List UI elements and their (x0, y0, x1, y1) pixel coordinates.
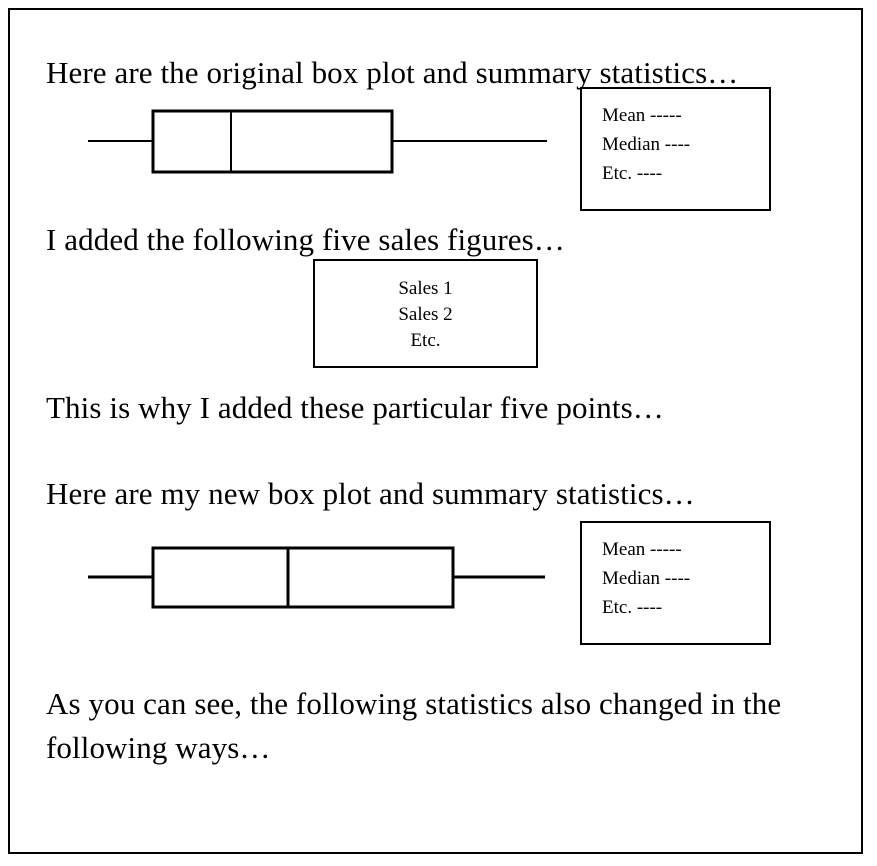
stats-line-etc: Etc. ---- (602, 597, 663, 618)
sales-line-2: Sales 2 (398, 304, 453, 325)
paragraph-added-sales: I added the following five sales figures… (46, 222, 565, 257)
paragraph-rationale: This is why I added these particular fiv… (46, 390, 664, 425)
stats-line-mean: Mean ----- (602, 105, 682, 126)
stats-line-etc: Etc. ---- (602, 163, 663, 184)
new-iqr-box (151, 546, 455, 609)
screenshot-root: Here are the original box plot and summa… (0, 0, 877, 866)
stats-line-median: Median ---- (602, 568, 691, 589)
new-summary-statistics-box: Mean ----- Median ---- Etc. ---- (580, 521, 771, 645)
original-box-plot (80, 102, 560, 187)
document-frame: Here are the original box plot and summa… (8, 8, 863, 854)
new-box-plot-svg (88, 546, 545, 609)
stats-line-median: Median ---- (602, 134, 691, 155)
new-box-plot (80, 538, 560, 623)
stats-line-mean: Mean ----- (602, 539, 682, 560)
sales-figures-box: Sales 1 Sales 2 Etc. (313, 259, 538, 368)
original-box-plot-svg (88, 109, 547, 174)
paragraph-conclusion: As you can see, the following statistics… (46, 686, 790, 765)
sales-line-1: Sales 1 (398, 278, 453, 299)
original-iqr-box (151, 109, 394, 174)
original-summary-statistics-box: Mean ----- Median ---- Etc. ---- (580, 87, 771, 211)
sales-line-etc: Etc. (410, 330, 441, 351)
paragraph-new-intro: Here are my new box plot and summary sta… (46, 476, 695, 511)
